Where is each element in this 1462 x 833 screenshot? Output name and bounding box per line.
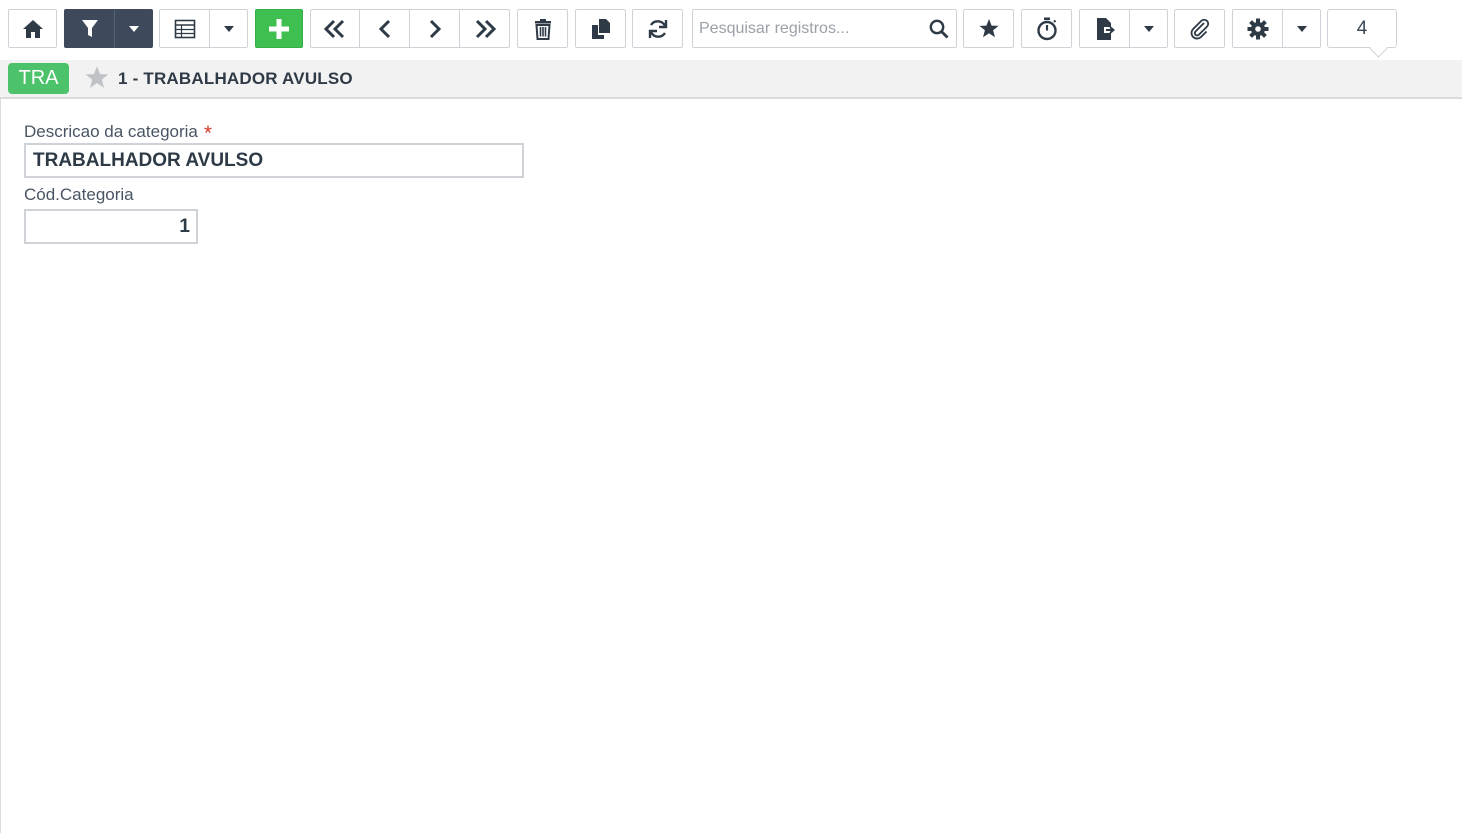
caret-down-icon: [1143, 25, 1154, 32]
descricao-field[interactable]: TRABALHADOR AVULSO: [24, 143, 524, 178]
previous-record-button[interactable]: [359, 9, 410, 48]
copy-button[interactable]: [575, 9, 626, 48]
refresh-button[interactable]: [632, 9, 683, 48]
search-icon[interactable]: [922, 19, 956, 39]
filter-dropdown-button[interactable]: [114, 9, 153, 48]
settings-dropdown-button[interactable]: [1282, 9, 1321, 48]
favorite-button[interactable]: [963, 9, 1014, 48]
home-button[interactable]: [8, 9, 57, 48]
star-icon: [978, 19, 999, 38]
caret-down-icon: [1296, 25, 1307, 32]
grid-dropdown-button[interactable]: [209, 9, 248, 48]
required-mark: *: [203, 122, 213, 145]
grid-view-button[interactable]: [159, 9, 210, 48]
export-button[interactable]: [1079, 9, 1130, 48]
module-badge: TRA: [8, 63, 69, 94]
chevron-right-icon: [429, 19, 441, 38]
search-box: [692, 9, 957, 48]
caret-down-icon: [128, 25, 139, 32]
paperclip-icon: [1190, 18, 1209, 39]
copy-icon: [591, 18, 610, 39]
settings-button[interactable]: [1232, 9, 1283, 48]
double-chevron-right-icon: [475, 19, 496, 38]
search-input[interactable]: [693, 10, 922, 47]
gear-icon: [1247, 18, 1268, 39]
export-dropdown-button[interactable]: [1129, 9, 1168, 48]
favorite-star-icon[interactable]: [84, 65, 110, 95]
filter-button[interactable]: [64, 9, 115, 48]
caret-down-icon: [223, 25, 234, 32]
cod-categoria-field[interactable]: 1: [24, 209, 198, 244]
form-area: Descricao da categoria * TRABALHADOR AVUL…: [0, 99, 1461, 833]
descricao-label-text: Descricao da categoria: [24, 122, 198, 141]
stopwatch-icon: [1036, 17, 1057, 40]
cod-categoria-label: Cód.Categoria: [24, 185, 134, 204]
descricao-label: Descricao da categoria *: [24, 119, 213, 145]
delete-button[interactable]: [517, 9, 568, 48]
home-icon: [22, 19, 43, 38]
add-button[interactable]: [255, 9, 303, 48]
record-header: TRA 1 - TRABALHADOR AVULSO: [0, 60, 1462, 99]
first-record-button[interactable]: [310, 9, 360, 48]
toolbar: 4: [0, 0, 1462, 60]
trash-icon: [534, 18, 551, 40]
record-title: 1 - TRABALHADOR AVULSO: [118, 69, 353, 88]
timer-button[interactable]: [1021, 9, 1072, 48]
table-grid-icon: [174, 19, 195, 38]
refresh-icon: [648, 19, 667, 38]
export-file-icon: [1096, 17, 1115, 40]
double-chevron-left-icon: [323, 19, 345, 38]
next-record-button[interactable]: [409, 9, 460, 48]
filter-icon: [81, 19, 98, 37]
last-record-button[interactable]: [459, 9, 510, 48]
chevron-left-icon: [378, 19, 390, 38]
attach-button[interactable]: [1174, 9, 1225, 48]
plus-icon: [269, 18, 289, 39]
record-counter[interactable]: 4: [1327, 9, 1397, 48]
